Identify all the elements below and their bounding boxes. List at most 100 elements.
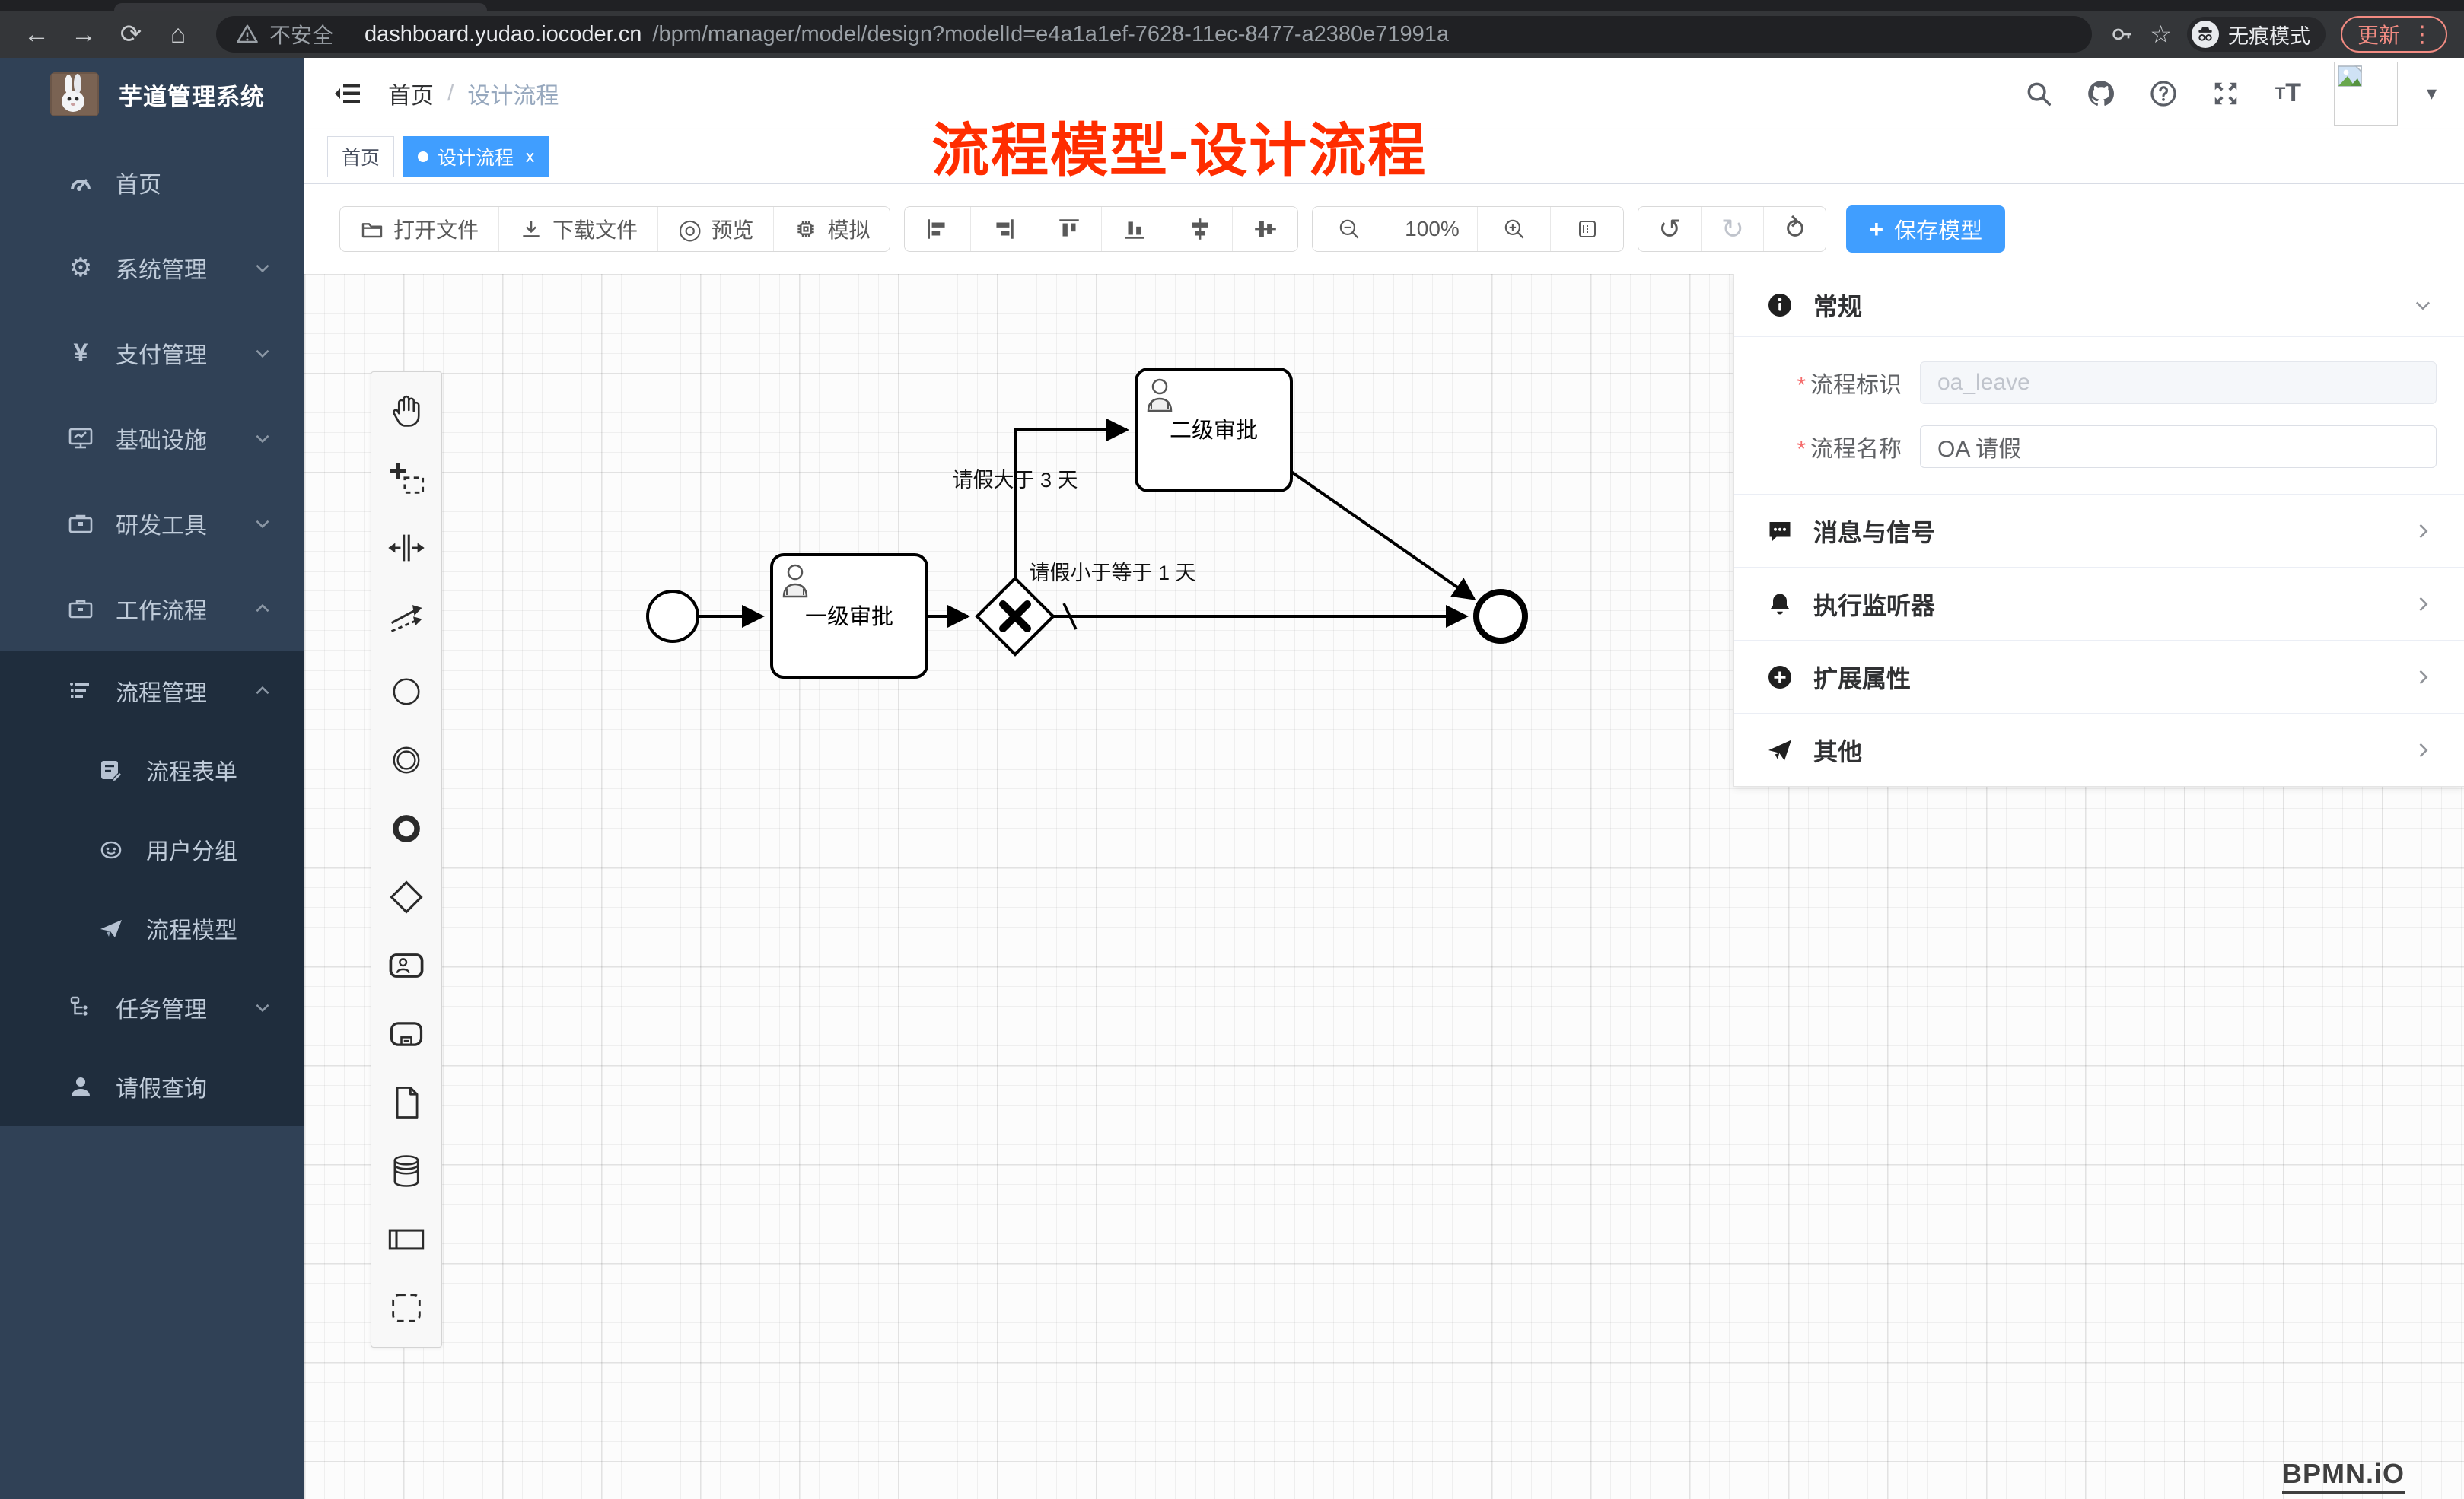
sidebar-item-home[interactable]: 首页 [0, 140, 304, 225]
zoom-in-button[interactable] [1477, 207, 1550, 251]
sequence-flow-gateway-to-task2[interactable] [1015, 430, 1127, 578]
sidebar-item-user-group[interactable]: 用户分组 [0, 810, 304, 889]
browser-chrome: ← → ⟳ ⌂ 不安全 dashboard.yudao.iocoder.cn /… [0, 0, 2464, 58]
chevron-right-icon [2412, 594, 2434, 615]
avatar-caret-icon[interactable]: ▾ [2427, 81, 2437, 105]
align-right-button[interactable] [970, 207, 1036, 251]
general-form: *流程标识 *流程名称 [1734, 336, 2464, 494]
flow-label-gt3[interactable]: 请假大于 3 天 [952, 469, 1078, 492]
zoom-out-button[interactable] [1313, 207, 1386, 251]
search-icon[interactable] [2022, 77, 2055, 110]
avatar[interactable] [2334, 62, 2398, 126]
github-icon[interactable] [2084, 77, 2118, 110]
align-center-horizontal-button[interactable] [1167, 207, 1232, 251]
download-file-button[interactable]: 下载文件 [498, 207, 657, 251]
bookmark-star-icon[interactable]: ☆ [2150, 20, 2172, 49]
sidebar-collapse-icon[interactable] [332, 77, 365, 110]
start-event[interactable] [648, 591, 698, 641]
browser-forward-icon[interactable]: → [64, 14, 103, 54]
fullscreen-icon[interactable] [2209, 77, 2243, 110]
align-bottom-button[interactable] [1101, 207, 1167, 251]
sidebar-item-process-model[interactable]: 流程模型 [0, 889, 304, 968]
browser-update-button[interactable]: 更新 ⋮ [2341, 16, 2447, 53]
restart-button[interactable]: ⥁ [1763, 207, 1826, 251]
browser-reload-icon[interactable]: ⟳ [111, 14, 151, 54]
user-task-second-approval[interactable]: 二级审批 [1136, 369, 1291, 491]
gear-icon: ⚙ [65, 253, 96, 283]
dashboard-icon [65, 170, 96, 196]
save-model-button[interactable]: + 保存模型 [1846, 205, 2005, 253]
browser-tab[interactable] [114, 3, 487, 11]
sequence-flow-gateway-to-end-default[interactable] [1053, 603, 1466, 629]
sidebar-item-payment[interactable]: ¥ 支付管理 [0, 310, 304, 396]
help-icon[interactable] [2147, 77, 2180, 110]
align-top-button[interactable] [1036, 207, 1101, 251]
sequence-flow-task2-to-end[interactable] [1291, 472, 1474, 599]
font-size-icon[interactable]: TT [2271, 77, 2305, 110]
chevron-right-icon [2412, 520, 2434, 542]
briefcase-icon [65, 596, 96, 622]
face-icon [96, 836, 126, 862]
browser-menu-icon[interactable]: ⋮ [2411, 21, 2434, 48]
redo-button[interactable]: ↻ [1701, 207, 1763, 251]
panel-section-execution-listeners[interactable]: 执行监听器 [1734, 567, 2464, 640]
sidebar-item-system[interactable]: ⚙ 系统管理 [0, 225, 304, 310]
breadcrumb: 首页 / 设计流程 [388, 77, 559, 110]
panel-section-extended-properties[interactable]: 扩展属性 [1734, 640, 2464, 713]
end-event[interactable] [1476, 592, 1525, 641]
zoom-reset-button[interactable] [1550, 207, 1623, 251]
designer-toolbar: 打开文件 下载文件 ◎ 预览 模拟 [304, 184, 2464, 274]
sidebar-item-dev-tools[interactable]: 研发工具 [0, 481, 304, 566]
browser-back-icon[interactable]: ← [17, 14, 56, 54]
address-bar[interactable]: 不安全 dashboard.yudao.iocoder.cn /bpm/mana… [216, 16, 2092, 53]
bpmn-canvas[interactable]: 请假大于 3 天 请假小于等于 1 天 一级审批 [304, 274, 2464, 1499]
tab-close-icon[interactable]: x [526, 147, 534, 167]
bpmn-io-watermark[interactable]: BPMN.iO [2282, 1458, 2405, 1494]
bell-icon [1765, 590, 1795, 618]
chevron-down-icon [2412, 294, 2434, 316]
yuan-icon: ¥ [65, 339, 96, 368]
user-task-first-approval[interactable]: 一级审批 [772, 555, 927, 677]
sidebar-item-process-management[interactable]: 流程管理 [0, 651, 304, 730]
tags-view-bar: 首页 设计流程 x [304, 129, 2464, 184]
panel-section-messages-signals[interactable]: 消息与信号 [1734, 494, 2464, 567]
process-key-label: *流程标识 [1762, 366, 1920, 399]
sidebar-item-infrastructure[interactable]: 基础设施 [0, 396, 304, 481]
app-logo-row[interactable]: 芋道管理系统 [0, 58, 304, 131]
preview-button[interactable]: ◎ 预览 [657, 207, 773, 251]
url-path: /bpm/manager/model/design?modelId=e4a1a1… [652, 22, 1449, 47]
sidebar-item-workflow[interactable]: 工作流程 [0, 566, 304, 651]
process-key-input[interactable] [1920, 361, 2437, 404]
person-icon [65, 1074, 96, 1100]
simulate-button[interactable]: 模拟 [773, 207, 890, 251]
process-name-input[interactable] [1920, 425, 2437, 468]
info-icon [1765, 291, 1795, 319]
undo-button[interactable]: ↺ [1638, 207, 1701, 251]
not-secure-label: 不安全 [269, 19, 333, 49]
align-left-button[interactable] [905, 207, 970, 251]
chevron-down-icon [253, 343, 272, 363]
chevron-down-icon [253, 998, 272, 1017]
exclusive-gateway[interactable] [977, 578, 1053, 654]
task1-label: 一级审批 [805, 604, 893, 629]
browser-home-icon[interactable]: ⌂ [158, 14, 198, 54]
paper-plane-icon [96, 915, 126, 941]
breadcrumb-current: 设计流程 [467, 77, 559, 110]
sidebar-item-task-management[interactable]: 任务管理 [0, 968, 304, 1047]
flow-label-le1[interactable]: 请假小于等于 1 天 [1029, 562, 1195, 584]
breadcrumb-home[interactable]: 首页 [388, 77, 434, 110]
workflow-submenu: 流程管理 流程表单 用户分组 [0, 651, 304, 1126]
open-file-button[interactable]: 打开文件 [340, 207, 498, 251]
password-key-icon[interactable] [2110, 22, 2135, 46]
list-tree-icon [65, 678, 96, 704]
incognito-icon [2192, 21, 2219, 48]
sidebar-item-process-form[interactable]: 流程表单 [0, 730, 304, 810]
tab-home[interactable]: 首页 [327, 136, 394, 177]
tab-design-process[interactable]: 设计流程 x [403, 136, 549, 177]
chevron-down-icon [253, 258, 272, 278]
app-title: 芋道管理系统 [119, 78, 265, 112]
sidebar-item-leave-query[interactable]: 请假查询 [0, 1047, 304, 1126]
panel-section-other[interactable]: 其他 [1734, 713, 2464, 786]
align-center-vertical-button[interactable] [1232, 207, 1297, 251]
panel-section-general[interactable]: 常规 [1734, 274, 2464, 336]
